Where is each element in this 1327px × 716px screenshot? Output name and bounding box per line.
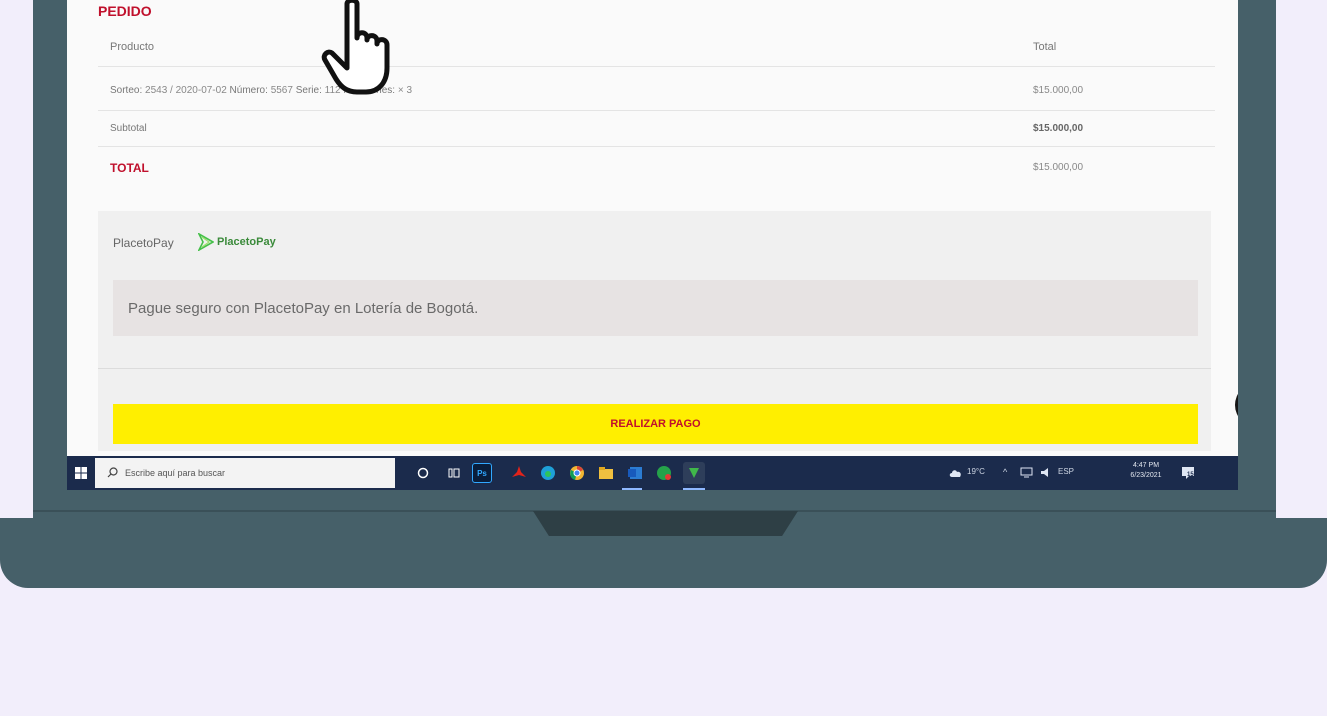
place-order-label: REALIZAR PAGO [610,418,701,430]
word-active-indicator [622,488,642,490]
numero-label: Número: [229,85,268,96]
notification-count: 15 [1187,472,1194,478]
placetopay-logo-text: PlacetoPay [217,236,276,248]
sorteo-label: Sorteo: [110,85,143,96]
clock-date: 6/23/2021 [1130,472,1162,479]
item-divider [98,110,1215,111]
taskbar-search-placeholder: Escribe aquí para buscar [125,468,226,478]
chrome-browser-icon[interactable] [567,463,587,483]
total-column-header: Total [1033,41,1057,53]
input-language[interactable]: ESP [1058,467,1074,476]
whatsapp-icon[interactable] [654,463,674,483]
windows-start-icon [75,467,87,479]
network-icon[interactable] [1020,467,1033,478]
photoshop-icon[interactable]: Ps [472,463,492,483]
browser-screen: PEDIDO Producto Total Sorteo: 2543 / 202… [67,0,1238,490]
windows-start-button[interactable] [67,456,95,490]
payment-description: Pague seguro con PlacetoPay en Lotería d… [128,300,479,317]
payment-description-box: Pague seguro con PlacetoPay en Lotería d… [113,280,1198,336]
sorteo-value: 2543 / 2020-07-02 [145,85,227,96]
windows-taskbar: Escribe aquí para buscar Ps 19°C ^ ESP 4… [67,456,1238,490]
weather-temperature[interactable]: 19°C [967,467,985,476]
search-icon [107,467,118,478]
total-label: TOTAL [110,161,149,175]
taskbar-search-input[interactable]: Escribe aquí para buscar [95,458,395,488]
camtasia-active-indicator [683,488,705,490]
subtotal-value: $15.000,00 [1033,123,1084,134]
subtotal-divider [98,146,1215,147]
system-clock[interactable]: 4:47 PM 6/23/2021 [1126,461,1166,481]
order-title: PEDIDO [98,3,152,19]
clock-time: 4:47 PM [1132,462,1160,469]
order-item-price: $15.000,00 [1033,85,1084,96]
numero-value: 5567 [270,85,293,96]
total-value: $15.000,00 [1033,162,1084,173]
laptop-hinge-notch [533,511,798,536]
product-column-header: Producto [110,41,155,53]
show-hidden-icons-chevron-icon[interactable]: ^ [1003,467,1007,477]
task-view-icon[interactable] [444,463,464,483]
camtasia-icon[interactable] [683,462,705,484]
file-explorer-icon[interactable] [596,463,616,483]
payment-box-divider [98,368,1211,369]
header-divider [98,66,1215,67]
acrobat-icon[interactable] [509,463,529,483]
place-order-button[interactable]: REALIZAR PAGO [113,404,1198,444]
edge-browser-icon[interactable] [538,463,558,483]
serie-label: Serie: [295,85,322,96]
weather-cloud-icon [949,470,961,477]
notification-center-icon[interactable]: 15 [1180,465,1196,481]
subtotal-label: Subtotal [110,123,147,134]
placetopay-arrow-icon [198,233,214,251]
placetopay-logo: PlacetoPay [198,233,276,251]
volume-icon[interactable] [1040,468,1052,477]
hand-pointer-icon [321,0,390,95]
cortana-icon[interactable] [413,463,433,483]
word-icon[interactable] [625,463,645,483]
payment-method-name: PlacetoPay [113,236,174,250]
floating-chat-button[interactable] [1235,383,1238,427]
